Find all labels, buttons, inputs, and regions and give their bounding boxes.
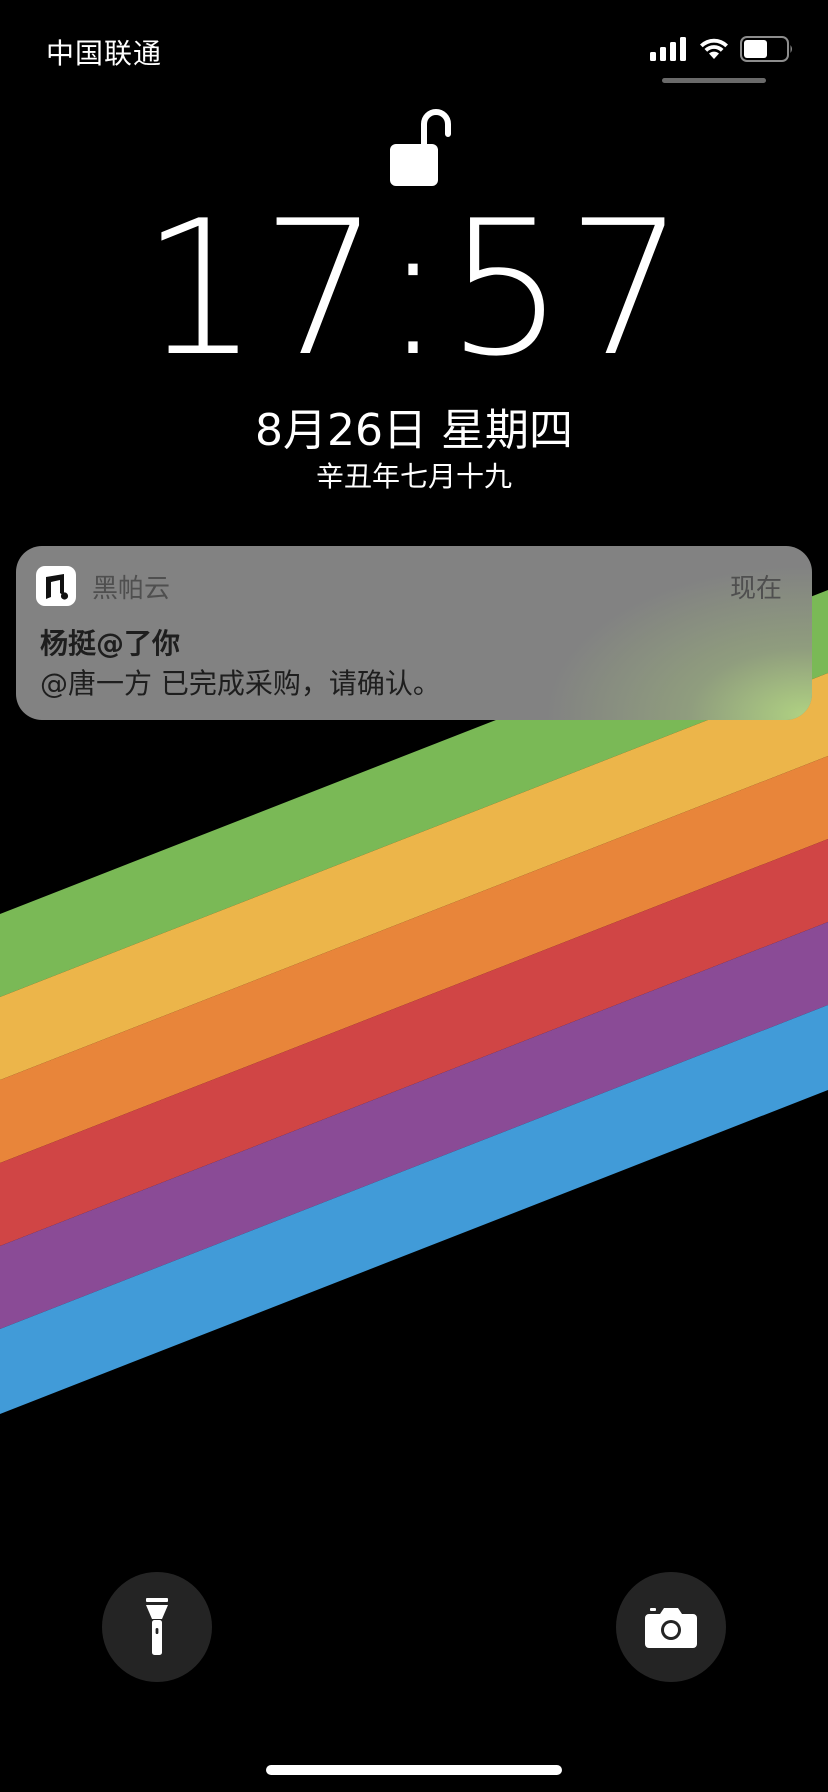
notification-time: 现在 bbox=[729, 574, 782, 604]
app-icon bbox=[36, 566, 76, 606]
signal-icon bbox=[650, 37, 686, 61]
status-icons[interactable] bbox=[650, 36, 794, 62]
notification-app-name: 黑帕云 bbox=[92, 574, 171, 604]
notification-card[interactable]: 黑帕云 现在 杨挺@了你 @唐一方 已完成采购，请确认。 bbox=[16, 546, 812, 720]
lock-screen-clock: 17:57 bbox=[140, 180, 688, 397]
notification-body: @唐一方 已完成采购，请确认。 bbox=[40, 667, 441, 700]
flashlight-button[interactable] bbox=[102, 1572, 212, 1682]
battery-icon bbox=[740, 36, 792, 62]
flashlight-icon bbox=[146, 1598, 168, 1655]
lock-screen-date: 8月26日 星期四 bbox=[255, 405, 573, 456]
heipayun-logo-icon bbox=[46, 574, 69, 600]
notification-title: 杨挺@了你 bbox=[40, 627, 181, 660]
wifi-icon bbox=[700, 38, 728, 59]
carrier-name: 中国联通 bbox=[46, 37, 163, 70]
home-indicator[interactable] bbox=[266, 1765, 562, 1775]
unlocked-padlock-icon bbox=[390, 109, 451, 186]
control-center-indicator[interactable] bbox=[662, 78, 766, 83]
lunar-date: 辛丑年七月十九 bbox=[315, 460, 512, 493]
camera-icon bbox=[645, 1608, 697, 1648]
camera-button[interactable] bbox=[616, 1572, 726, 1682]
